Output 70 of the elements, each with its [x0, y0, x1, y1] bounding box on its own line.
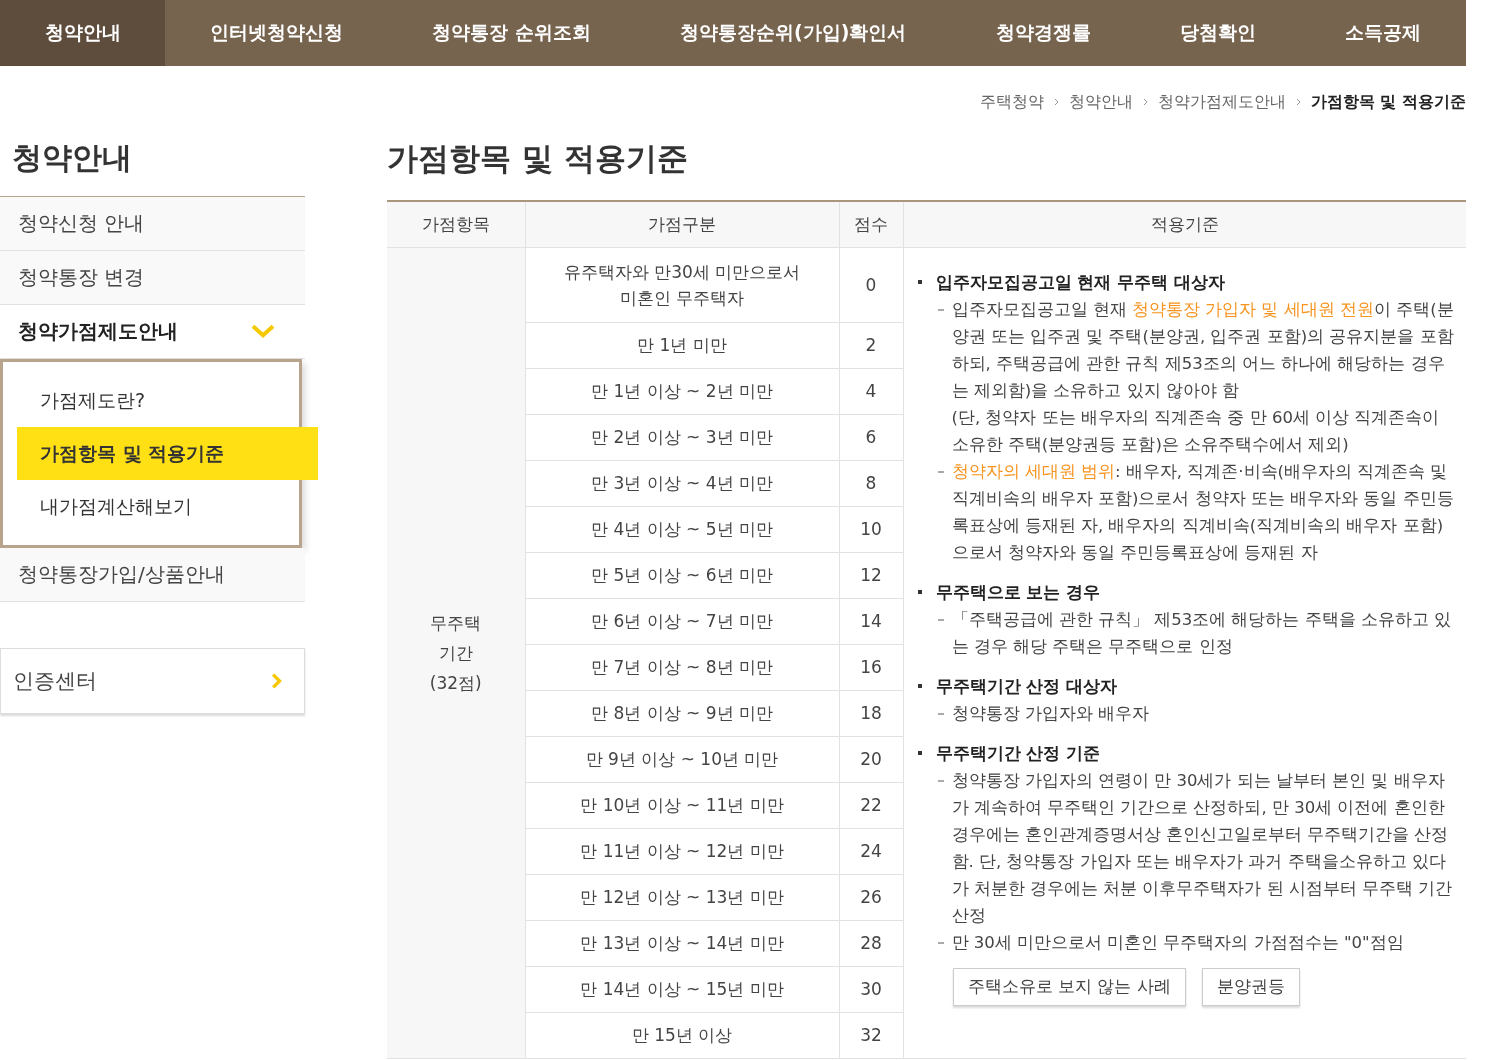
column-header: 가점구분 — [525, 201, 839, 247]
table-cell: 만 10년 이상 ~ 11년 미만 — [525, 782, 839, 828]
table-cell: 만 1년 미만 — [525, 322, 839, 368]
table-cell: 만 4년 이상 ~ 5년 미만 — [525, 506, 839, 552]
criteria-text: 「주택공급에 관한 규칙」 제53조에 해당하는 주택을 소유하고 있는 경우 해당 주택은 무주택으로 인정 — [951, 608, 1453, 658]
sidebar-item[interactable]: 청약통장 변경 — [0, 251, 305, 305]
dash-icon — [937, 470, 944, 473]
nav-tab[interactable]: 청약안내 — [0, 0, 166, 66]
column-header: 적용기준 — [903, 201, 1466, 247]
breadcrumb-link[interactable]: 가점항목 및 적용기준 — [1310, 91, 1466, 113]
table-cell: 만 14년 이상 ~ 15년 미만 — [525, 966, 839, 1012]
dash-icon — [937, 618, 944, 621]
column-header: 가점항목 — [387, 201, 525, 247]
table-cell: 만 7년 이상 ~ 8년 미만 — [525, 644, 839, 690]
section-heading: 무주택으로 보는 경우 — [935, 580, 1101, 604]
dash-icon — [937, 712, 944, 715]
chevron-right-icon — [271, 672, 282, 690]
table-cell: 만 8년 이상 ~ 9년 미만 — [525, 690, 839, 736]
nav-tab[interactable]: 청약경쟁률 — [951, 0, 1136, 66]
table-cell: 만 9년 이상 ~ 10년 미만 — [525, 736, 839, 782]
bullet-icon — [917, 683, 922, 688]
dash-icon — [937, 941, 944, 944]
criteria-text: 청약자의 세대원 범위: 배우자, 직계존·비속(배우자의 직계존속 및 직계비속의 배우자 포함)으로서 청약자 또는 배우자와 동일 주민등록표상에 등재된 자, 배우자의 직계비속(직계비속의 배우자 포함)으로서 청약자와 동일 주민등록표상에 등재된 자 — [951, 460, 1455, 564]
table-cell: 만 3년 이상 ~ 4년 미만 — [525, 460, 839, 506]
bullet-icon — [917, 279, 922, 284]
breadcrumb-link[interactable]: 청약가점제도안내 — [1157, 91, 1286, 113]
criteria-text: 청약통장 가입자와 배우자 — [951, 702, 1149, 725]
info-button[interactable]: 주택소유로 보지 않는 사례 — [952, 967, 1186, 1006]
sidebar-item[interactable]: 청약통장가입/상품안내 — [0, 548, 305, 602]
criteria-text: 청약통장 가입자의 연령이 만 30세가 되는 날부터 본인 및 배우자가 계속하여 무주택인 기간으로 산정하되, 만 30세 이전에 혼인한 경우에는 혼인관계증명서상 혼인신고일로부터 무주택기간을 산정함. 단, 청약통장 가입자 또는 배우자가 과거 주택을소유하고 있다가 처분한 경우에는 처분 이후무주택자가 된 시점부터 무주택 기간 산정 — [951, 769, 1454, 927]
bullet-icon — [917, 589, 922, 594]
table-cell: 만 11년 이상 ~ 12년 미만 — [525, 828, 839, 874]
table-cell: 만 1년 이상 ~ 2년 미만 — [525, 368, 839, 414]
criteria-text: 입주자모집공고일 현재 청약통장 가입자 및 세대원 전원이 주택(분양권 또는 입주권 및 주택(분양권, 입주권 포함)의 공유지분을 포함하되, 주택공급에 관한 규칙 제53조의 어느 하나에 해당하는 경우는 제외함)을 소유하고 있지 않아야 함 — [951, 298, 1455, 402]
chevron-down-icon — [251, 324, 275, 339]
table-cell: 만 2년 이상 ~ 3년 미만 — [525, 414, 839, 460]
breadcrumb-chevron-icon — [1053, 98, 1059, 106]
submenu-item[interactable]: 내가점계산해보기 — [3, 480, 299, 533]
table-cell: 만 6년 이상 ~ 7년 미만 — [525, 598, 839, 644]
sidebar-item[interactable]: 청약신청 안내 — [0, 197, 305, 251]
breadcrumb-chevron-icon — [1142, 98, 1148, 106]
certification-center-link[interactable]: 인증센터 — [0, 648, 305, 714]
table-cell: 만 13년 이상 ~ 14년 미만 — [525, 920, 839, 966]
dash-icon — [937, 308, 944, 311]
table-cell: 무주택 기간 (32점) — [387, 247, 525, 1058]
column-header: 점수 — [839, 201, 903, 247]
criteria-text: 만 30세 미만으로서 미혼인 무주택자의 가점점수는 "0"점임 — [951, 931, 1404, 954]
table-cell: 만 15년 이상 — [525, 1012, 839, 1058]
section-heading: 무주택기간 산정 대상자 — [935, 674, 1118, 698]
submenu-item[interactable]: 가점제도란? — [3, 374, 299, 427]
table-cell: 0 — [839, 247, 903, 322]
breadcrumb-chevron-icon — [1295, 98, 1301, 106]
nav-tab[interactable]: 인터넷청약신청 — [165, 0, 388, 66]
section-heading: 입주자모집공고일 현재 무주택 대상자 — [935, 270, 1226, 294]
section-heading: 무주택기간 산정 기준 — [935, 741, 1101, 765]
breadcrumb-link[interactable]: 주택청약 — [979, 91, 1044, 113]
table-cell: 만 5년 이상 ~ 6년 미만 — [525, 552, 839, 598]
nav-tab[interactable]: 소득공제 — [1300, 0, 1466, 66]
nav-tab[interactable]: 청약통장순위(가입)확인서 — [635, 0, 952, 66]
page-title: 가점항목 및 적용기준 — [387, 139, 689, 178]
dash-icon — [937, 779, 944, 782]
bullet-icon — [917, 750, 922, 755]
table-cell: 만 12년 이상 ~ 13년 미만 — [525, 874, 839, 920]
info-button[interactable]: 분양권등 — [1201, 967, 1300, 1006]
nav-tab[interactable]: 당첨확인 — [1135, 0, 1301, 66]
submenu-item[interactable]: 가점항목 및 적용기준 — [17, 427, 318, 480]
table-cell: 유주택자와 만30세 미만으로서 미혼인 무주택자 — [525, 247, 839, 322]
criteria-text: (단, 청약자 또는 배우자의 직계존속 중 만 60세 이상 직계존속이 소유한 주택(분양권등 포함)은 소유주택수에서 제외) — [951, 406, 1441, 456]
breadcrumb-link[interactable]: 청약안내 — [1068, 91, 1133, 113]
nav-tab[interactable]: 청약통장 순위조회 — [387, 0, 636, 66]
